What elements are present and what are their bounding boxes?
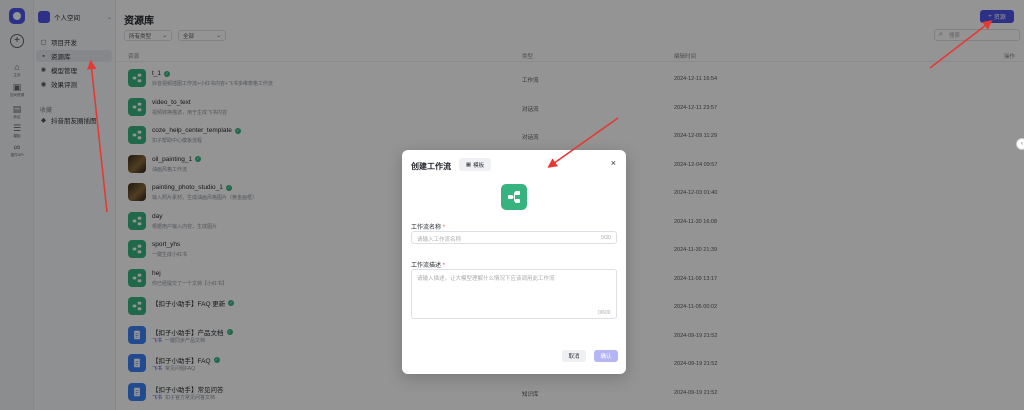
workflow-icon[interactable] xyxy=(501,184,527,210)
close-icon[interactable]: × xyxy=(611,158,616,168)
collapse-handle-icon[interactable]: ‹ xyxy=(1016,138,1024,150)
workflow-desc-label: 工作流描述 * xyxy=(411,263,446,269)
workflow-desc-placeholder: 请输入描述，让大模型理解什么情况下应该调用此工作流 xyxy=(417,276,555,282)
workflow-desc-textarea[interactable]: 请输入描述，让大模型理解什么情况下应该调用此工作流 xyxy=(411,269,617,319)
workflow-name-count: 0/30 xyxy=(601,235,611,241)
workflow-name-input[interactable]: 请输入工作流名称 xyxy=(411,231,617,244)
workflow-desc-count: 0/600 xyxy=(598,310,611,316)
cancel-button[interactable]: 取消 xyxy=(562,350,586,362)
workflow-glyph xyxy=(508,191,520,203)
template-button[interactable]: ▦ 模板 xyxy=(459,158,491,171)
create-workflow-dialog: 创建工作流 ▦ 模板 × 工作流名称 * 请输入工作流名称 0/30 工作流描述… xyxy=(402,150,626,374)
confirm-button[interactable]: 确认 xyxy=(594,350,618,362)
template-label: 模板 xyxy=(473,162,485,169)
grid-icon: ▦ xyxy=(465,161,472,168)
workflow-name-placeholder: 请输入工作流名称 xyxy=(417,237,462,243)
workflow-name-label: 工作流名称 * xyxy=(411,225,446,231)
dialog-title: 创建工作流 xyxy=(411,162,451,171)
